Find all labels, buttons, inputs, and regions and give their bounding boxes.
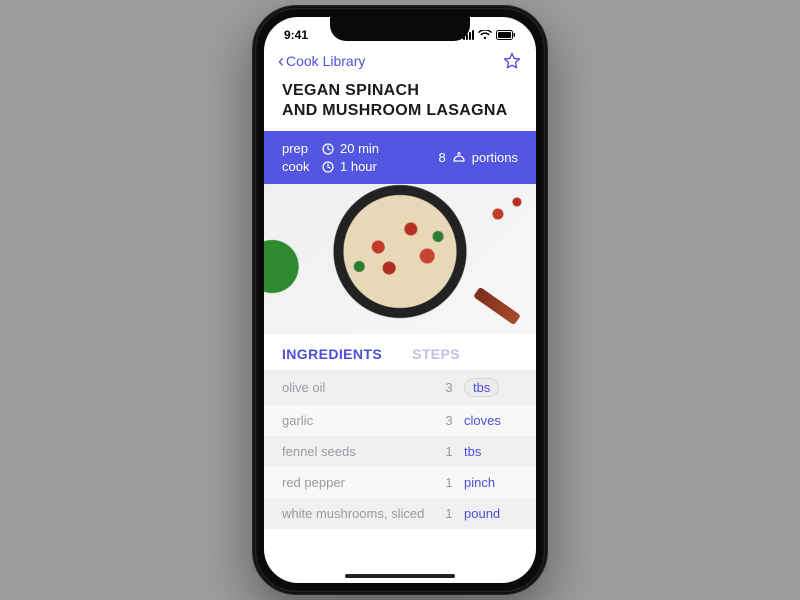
ingredient-qty: 1 <box>434 506 464 521</box>
ingredient-row: garlic3cloves <box>264 405 536 436</box>
cook-time: cook 1 hour <box>282 159 379 174</box>
chevron-left-icon: ‹ <box>278 52 284 70</box>
ingredients-list: olive oil3tbsgarlic3clovesfennel seeds1t… <box>264 370 536 529</box>
battery-icon <box>496 30 516 40</box>
bell-icon <box>452 151 466 165</box>
ingredient-qty: 3 <box>434 413 464 428</box>
phone-frame: 9:41 ‹ Cook Library VEGAN SPINACH AND MU… <box>252 5 548 595</box>
wifi-icon <box>478 30 492 40</box>
notch <box>330 17 470 41</box>
ingredient-row: white mushrooms, sliced1pound <box>264 498 536 529</box>
detail-tabs: INGREDIENTS STEPS <box>264 334 536 370</box>
back-button[interactable]: ‹ Cook Library <box>278 52 365 70</box>
title-line-1: VEGAN SPINACH <box>282 81 518 101</box>
favorite-button[interactable] <box>502 51 522 71</box>
screen: 9:41 ‹ Cook Library VEGAN SPINACH AND MU… <box>264 17 536 583</box>
ingredient-name: fennel seeds <box>282 444 434 459</box>
ingredient-name: garlic <box>282 413 434 428</box>
prep-time: prep 20 min <box>282 141 379 156</box>
tab-ingredients[interactable]: INGREDIENTS <box>282 346 382 362</box>
status-indicators <box>463 30 516 40</box>
recipe-meta-bar: prep 20 min cook 1 hour 8 portions <box>264 131 536 184</box>
ingredient-unit[interactable]: tbs <box>464 378 518 397</box>
title-line-2: AND MUSHROOM LASAGNA <box>282 101 518 121</box>
ingredient-row: olive oil3tbs <box>264 370 536 405</box>
ingredient-qty: 1 <box>434 475 464 490</box>
ingredient-unit[interactable]: cloves <box>464 413 518 428</box>
status-time: 9:41 <box>284 28 308 42</box>
ingredient-name: olive oil <box>282 380 434 395</box>
portions: 8 portions <box>439 141 518 174</box>
ingredient-unit[interactable]: pound <box>464 506 518 521</box>
ingredient-qty: 1 <box>434 444 464 459</box>
back-label: Cook Library <box>286 53 365 69</box>
nav-bar: ‹ Cook Library <box>264 47 536 79</box>
ingredient-name: white mushrooms, sliced <box>282 506 434 521</box>
home-indicator[interactable] <box>345 574 455 578</box>
ingredient-qty: 3 <box>434 380 464 395</box>
ingredient-row: fennel seeds1tbs <box>264 436 536 467</box>
recipe-photo <box>264 184 536 334</box>
ingredient-unit[interactable]: pinch <box>464 475 518 490</box>
clock-icon <box>322 161 334 173</box>
recipe-title: VEGAN SPINACH AND MUSHROOM LASAGNA <box>264 79 536 131</box>
ingredient-name: red pepper <box>282 475 434 490</box>
clock-icon <box>322 143 334 155</box>
ingredient-unit[interactable]: tbs <box>464 444 518 459</box>
tab-steps[interactable]: STEPS <box>412 346 460 362</box>
ingredient-row: red pepper1pinch <box>264 467 536 498</box>
